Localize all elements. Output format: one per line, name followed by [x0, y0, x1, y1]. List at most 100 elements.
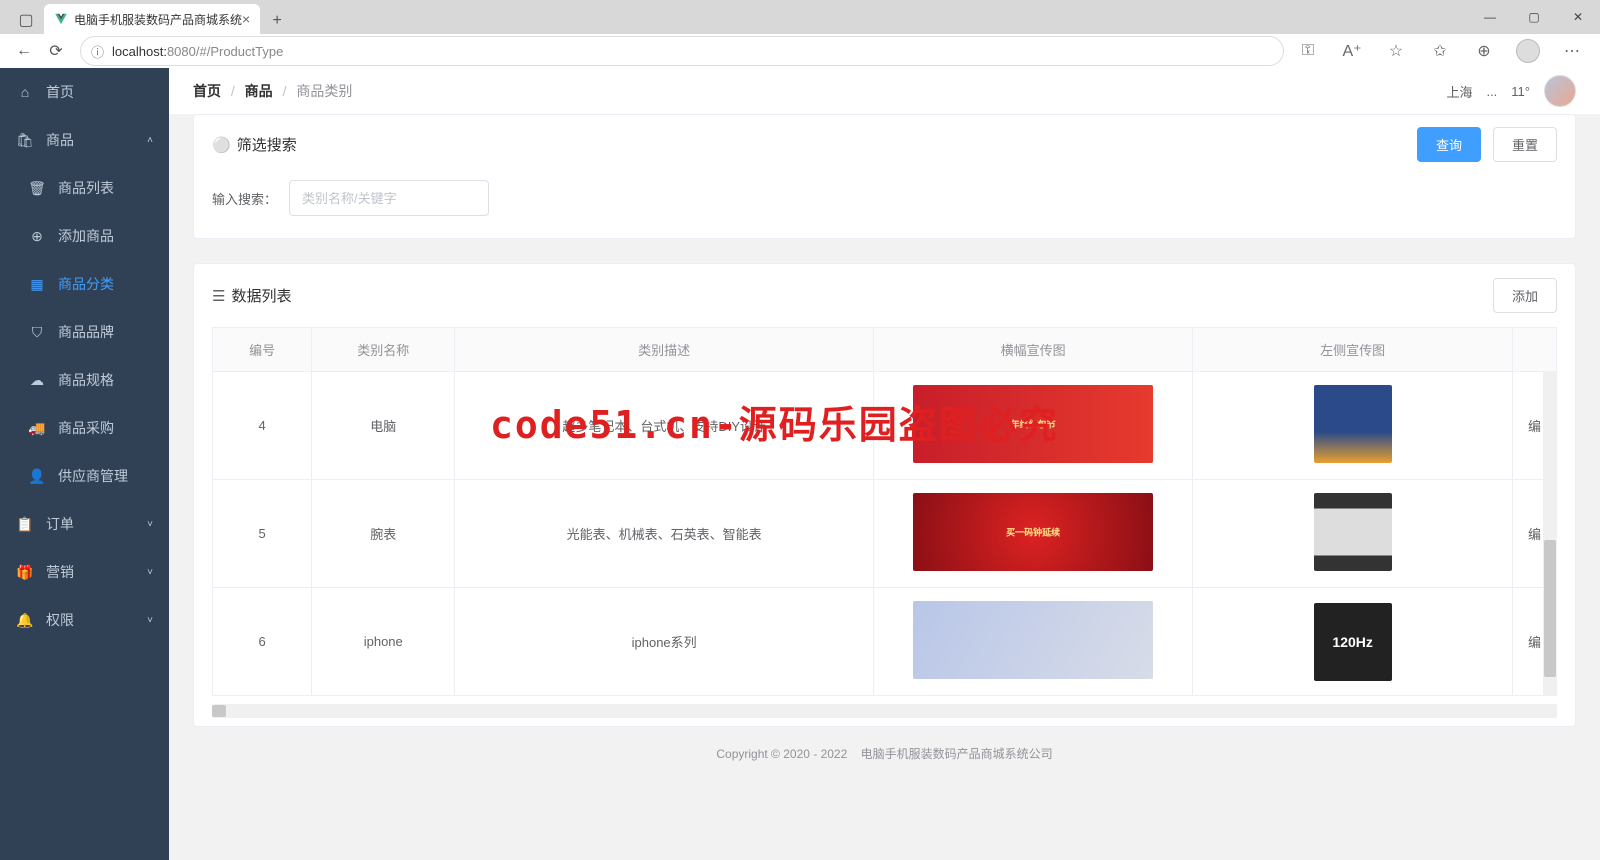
sidebar: ⌂ 首页 🛍 商品 ˄ 🗑 商品列表 ⊕ 添加商品 ▦ 商品分类 ⛉ 商品品牌	[0, 68, 169, 860]
tab-overview-button[interactable]: ▢	[12, 6, 40, 34]
chevron-down-icon: ˅	[147, 615, 153, 626]
favorites-bar-icon[interactable]: ✩	[1424, 35, 1456, 67]
sidebar-item-label: 权限	[46, 610, 74, 630]
trash-icon: 🗑	[28, 180, 46, 197]
minimize-button[interactable]: —	[1468, 0, 1512, 34]
sidebar-item-home[interactable]: ⌂ 首页	[0, 68, 169, 116]
bag-icon: 🛍	[16, 132, 34, 149]
sidebar-item-supplier[interactable]: 👤 供应商管理	[12, 452, 169, 500]
sidebar-item-label: 商品分类	[58, 274, 114, 294]
vertical-scrollbar[interactable]	[1543, 371, 1557, 696]
search-input-label: 输入搜索：	[212, 189, 277, 208]
sidebar-item-product-category[interactable]: ▦ 商品分类	[12, 260, 169, 308]
sidebar-item-product[interactable]: 🛍 商品 ˄	[0, 116, 169, 164]
user-icon: 👤	[28, 468, 46, 485]
collections-icon[interactable]: ⊕	[1468, 35, 1500, 67]
refresh-button[interactable]: ⟳	[40, 35, 72, 67]
add-button[interactable]: 添加	[1493, 278, 1557, 313]
col-action	[1512, 328, 1556, 372]
browser-tab[interactable]: 电脑手机服装数码产品商城系统 ×	[44, 4, 260, 34]
weather-dots: ...	[1486, 84, 1497, 99]
col-banner: 横幅宣传图	[873, 328, 1192, 372]
chevron-down-icon: ˅	[147, 567, 153, 578]
breadcrumb-current: 商品类别	[296, 83, 352, 99]
profile-avatar[interactable]	[1512, 35, 1544, 67]
cell-id: 6	[213, 588, 312, 696]
clipboard-icon: 📋	[16, 516, 34, 533]
breadcrumb-sep: /	[231, 83, 235, 99]
data-table: 编号 类别名称 类别描述 横幅宣传图 左侧宣传图 4 电脑	[212, 327, 1557, 696]
back-button[interactable]: ←	[8, 35, 40, 67]
sidebar-item-label: 营销	[46, 562, 74, 582]
cell-side	[1193, 480, 1512, 588]
cell-id: 4	[213, 372, 312, 480]
gift-icon: 🎁	[16, 564, 34, 581]
text-size-icon[interactable]: A⁺	[1336, 35, 1368, 67]
chevron-up-icon: ˄	[147, 135, 153, 146]
list-section-title: 数据列表	[231, 285, 291, 306]
cell-banner: 年终红包节	[873, 372, 1192, 480]
vue-favicon-icon	[54, 12, 68, 26]
close-icon[interactable]: ×	[242, 11, 250, 27]
search-input[interactable]	[289, 180, 489, 216]
new-tab-button[interactable]: +	[264, 8, 290, 34]
cell-name: 腕表	[312, 480, 455, 588]
filter-section-title: 筛选搜索	[237, 134, 297, 155]
maximize-button[interactable]: ▢	[1512, 0, 1556, 34]
sidebar-item-label: 供应商管理	[58, 466, 128, 486]
breadcrumb-home[interactable]: 首页	[193, 83, 221, 99]
shield-icon: ⛉	[28, 324, 46, 341]
sidebar-item-product-spec[interactable]: ☁ 商品规格	[12, 356, 169, 404]
sidebar-item-marketing[interactable]: 🎁 营销 ˅	[0, 548, 169, 596]
tab-title: 电脑手机服装数码产品商城系统	[74, 11, 242, 28]
horizontal-scrollbar[interactable]	[212, 704, 1557, 718]
col-name: 类别名称	[312, 328, 455, 372]
search-button[interactable]: 查询	[1417, 127, 1481, 162]
sidebar-item-label: 商品品牌	[58, 322, 114, 342]
favorite-icon[interactable]: ☆	[1380, 35, 1412, 67]
table-row: 5 腕表 光能表、机械表、石英表、智能表 买一码钟延续 编	[213, 480, 1557, 588]
scroll-thumb[interactable]	[212, 705, 226, 717]
url-input[interactable]: ⓘ localhost:8080/#/ProductType	[80, 36, 1284, 66]
sidebar-item-label: 订单	[46, 514, 74, 534]
url-port: 8080	[167, 44, 196, 59]
site-info-icon[interactable]: ⓘ	[91, 42, 104, 61]
bell-icon: 🔔	[16, 612, 34, 629]
table-row: 4 电脑 超多笔记本、台式机、支持DIY设计 年终红包节 编	[213, 372, 1557, 480]
col-side: 左侧宣传图	[1193, 328, 1512, 372]
breadcrumb-sep: /	[283, 83, 287, 99]
content-scroll[interactable]: ⚪ 筛选搜索 查询 重置 输入搜索： ☰ 数据列	[169, 114, 1600, 860]
reset-button[interactable]: 重置	[1493, 127, 1557, 162]
filter-card: ⚪ 筛选搜索 查询 重置 输入搜索：	[193, 114, 1576, 239]
cell-name: iphone	[312, 588, 455, 696]
cloud-icon: ☁	[28, 372, 46, 389]
cell-id: 5	[213, 480, 312, 588]
sidebar-item-label: 商品采购	[58, 418, 114, 438]
plus-circle-icon: ⊕	[28, 228, 46, 245]
scroll-thumb[interactable]	[1544, 540, 1556, 677]
cell-desc: iphone系列	[455, 588, 874, 696]
address-bar: ← ⟳ ⓘ localhost:8080/#/ProductType ⚿ A⁺ …	[0, 34, 1600, 68]
close-window-button[interactable]: ✕	[1556, 0, 1600, 34]
footer: Copyright © 2020 - 2022 电脑手机服装数码产品商城系统公司	[193, 727, 1576, 772]
sidebar-item-label: 商品	[46, 130, 74, 150]
sidebar-item-product-brand[interactable]: ⛉ 商品品牌	[12, 308, 169, 356]
breadcrumb-product[interactable]: 商品	[245, 83, 273, 99]
user-avatar[interactable]	[1544, 75, 1576, 107]
sidebar-item-order[interactable]: 📋 订单 ˅	[0, 500, 169, 548]
breadcrumb: 首页 / 商品 / 商品类别	[193, 81, 352, 101]
copyright-text: Copyright © 2020 - 2022	[716, 747, 847, 761]
url-path: /#/ProductType	[196, 44, 283, 59]
key-icon[interactable]: ⚿	[1292, 35, 1324, 67]
browser-chrome: ▢ 电脑手机服装数码产品商城系统 × + — ▢ ✕ ← ⟳ ⓘ localho…	[0, 0, 1600, 68]
window-controls: — ▢ ✕	[1468, 0, 1600, 34]
col-desc: 类别描述	[455, 328, 874, 372]
table-row: 6 iphone iphone系列 120Hz 编	[213, 588, 1557, 696]
sidebar-item-product-list[interactable]: 🗑 商品列表	[12, 164, 169, 212]
more-menu-icon[interactable]: ⋯	[1556, 35, 1588, 67]
sidebar-item-permission[interactable]: 🔔 权限 ˅	[0, 596, 169, 644]
sidebar-item-add-product[interactable]: ⊕ 添加商品	[12, 212, 169, 260]
search-icon: ⚪	[212, 136, 231, 154]
banner-image: 买一码钟延续	[913, 493, 1153, 571]
sidebar-item-product-purchase[interactable]: 🚚 商品采购	[12, 404, 169, 452]
